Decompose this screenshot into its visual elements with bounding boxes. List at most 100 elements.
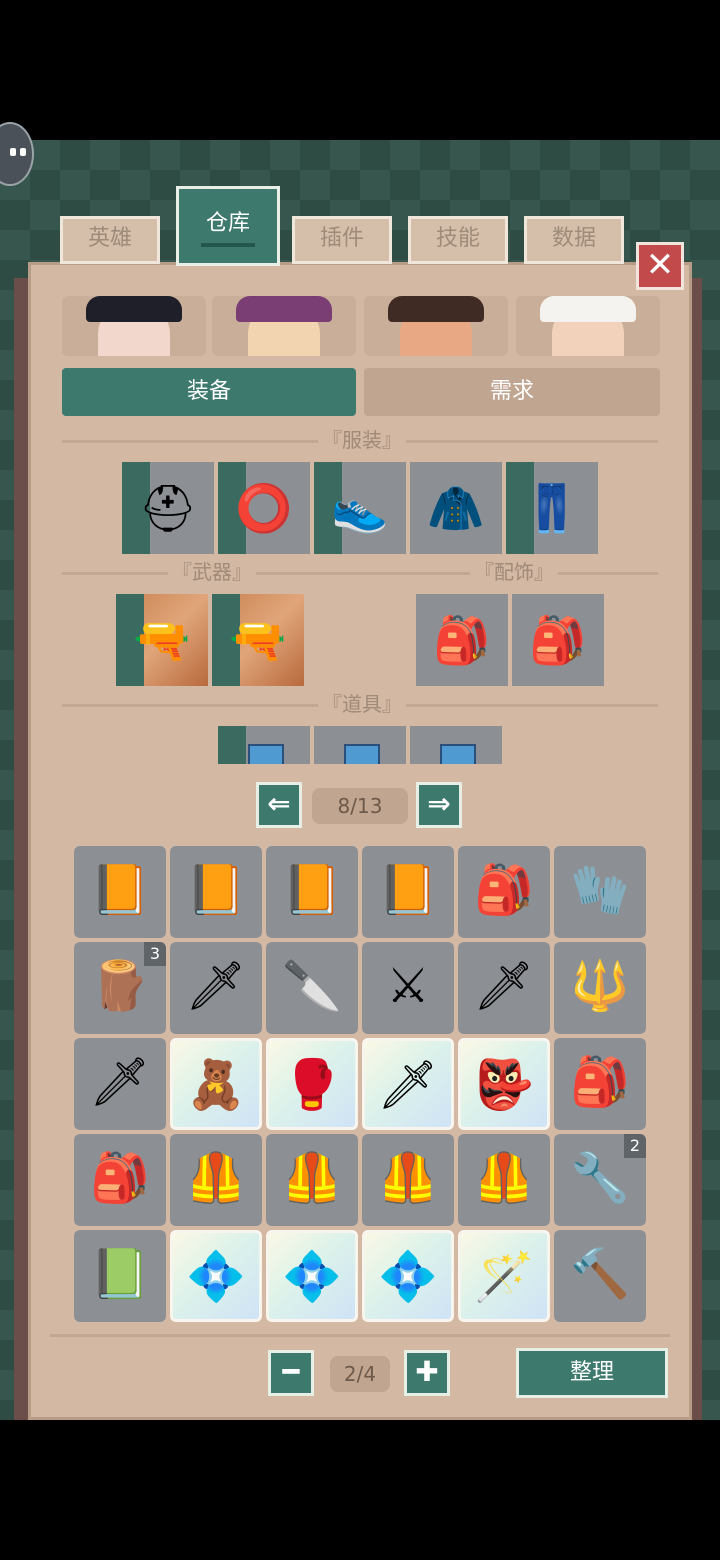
ring-icon: ⭕ (235, 481, 293, 535)
tab-skills[interactable]: 技能 (408, 216, 508, 264)
rifle-icon: 🔫 (133, 613, 191, 667)
divider (62, 572, 658, 575)
equip-slot[interactable]: 🔫 (212, 594, 304, 686)
arrow-left-icon: ⇐ (267, 787, 291, 820)
hammer-icon: 🔨 (570, 1246, 630, 1302)
equip-slot[interactable]: ⭕ (218, 462, 310, 554)
inventory-slot[interactable]: 💠 (266, 1230, 358, 1322)
tab-data[interactable]: 数据 (524, 216, 624, 264)
assistant-eye-icon (20, 148, 26, 156)
tab-warehouse[interactable]: 仓库 (176, 186, 280, 266)
inventory-slot[interactable]: 📗 (74, 1230, 166, 1322)
inventory-slot[interactable]: 🥊 (266, 1038, 358, 1130)
inventory-slot[interactable]: 🗡 (458, 942, 550, 1034)
inventory-slot[interactable]: ⚔ (362, 942, 454, 1034)
plus-button[interactable]: ✚ (404, 1350, 450, 1396)
hero-portrait[interactable] (212, 296, 356, 356)
crystal-icon: 💠 (378, 1249, 438, 1305)
spear-icon: 🗡 (185, 958, 247, 1014)
next-page-button[interactable]: ⇒ (416, 782, 462, 828)
segment-needs[interactable]: 需求 (364, 368, 660, 416)
inventory-slot[interactable]: 📙 (266, 846, 358, 938)
minus-button[interactable]: ━ (268, 1350, 314, 1396)
inventory-slot[interactable]: 👺 (458, 1038, 550, 1130)
backpack-icon: 🎒 (90, 1150, 150, 1206)
gauntlet-icon: 🥊 (282, 1057, 342, 1113)
armor-vest-icon: 🦺 (474, 1150, 534, 1206)
inventory-slot[interactable]: 🦺 (266, 1134, 358, 1226)
inventory-slot[interactable]: 🎒 (554, 1038, 646, 1130)
book-icon: 📙 (186, 862, 246, 918)
close-icon: ✕ (645, 245, 675, 285)
equip-slot[interactable]: 🔫 (116, 594, 208, 686)
crystal-icon: 💠 (282, 1249, 342, 1305)
hero-portrait[interactable] (516, 296, 660, 356)
inventory-slot[interactable]: 🪄 (458, 1230, 550, 1322)
equip-slot[interactable]: 👟 (314, 462, 406, 554)
teddy-bear-icon: 🧸 (186, 1057, 246, 1113)
inventory-slot[interactable]: 🔱 (554, 942, 646, 1034)
book-icon: 📙 (282, 862, 342, 918)
inventory-slot[interactable]: 🎒 (74, 1134, 166, 1226)
assistant-eye-icon (10, 148, 16, 156)
divider (50, 1334, 670, 1337)
inventory-slot[interactable]: 🗡 (362, 1038, 454, 1130)
item-slot[interactable] (410, 726, 502, 764)
armor-vest-icon: 🦺 (282, 1150, 342, 1206)
inventory-slot[interactable]: 🔨 (554, 1230, 646, 1322)
inventory-slot[interactable]: 📙 (170, 846, 262, 938)
crystal-icon: 💠 (186, 1249, 246, 1305)
item-slot[interactable] (218, 726, 310, 764)
item-count-badge: 3 (144, 942, 166, 966)
sort-button[interactable]: 整理 (516, 1348, 668, 1398)
book-icon: 📙 (90, 862, 150, 918)
close-button[interactable]: ✕ (636, 242, 684, 290)
inventory-slot[interactable]: 🎒 (458, 846, 550, 938)
inventory-slot[interactable]: 🗡 (170, 942, 262, 1034)
inventory-slot[interactable]: 🔪 (266, 942, 358, 1034)
tab-heroes[interactable]: 英雄 (60, 216, 160, 264)
mask-icon: 👺 (474, 1057, 534, 1113)
hero-hair (540, 296, 636, 322)
pants-icon: 👖 (523, 481, 581, 535)
hero-hair (236, 296, 332, 322)
inventory-slot[interactable]: 💠 (362, 1230, 454, 1322)
hero-portrait[interactable] (62, 296, 206, 356)
equip-slot[interactable]: 🎒 (512, 594, 604, 686)
inventory-slot[interactable]: 🪵 3 (74, 942, 166, 1034)
tab-plugins[interactable]: 插件 (292, 216, 392, 264)
equip-slot[interactable]: 🎒 (416, 594, 508, 686)
shoes-icon: 👟 (331, 481, 389, 535)
plus-icon: ✚ (415, 1355, 439, 1388)
armor-vest-icon: 🦺 (186, 1150, 246, 1206)
section-title-items: 『道具』 (318, 692, 406, 716)
inventory-slot[interactable]: 🦺 (362, 1134, 454, 1226)
inventory-slot[interactable]: 📙 (362, 846, 454, 938)
item-slot[interactable] (314, 726, 406, 764)
inventory-slot[interactable]: 🦺 (458, 1134, 550, 1226)
inventory-slot[interactable]: 💠 (170, 1230, 262, 1322)
dagger-icon: 🔪 (282, 958, 342, 1014)
prev-page-button[interactable]: ⇐ (256, 782, 302, 828)
green-backpack-icon: 🎒 (474, 862, 534, 918)
inventory-slot[interactable]: 📙 (74, 846, 166, 938)
hero-hair (86, 296, 182, 322)
hero-portrait[interactable] (364, 296, 508, 356)
inventory-slot[interactable]: 🧤 (554, 846, 646, 938)
equip-slot[interactable]: 👖 (506, 462, 598, 554)
helmet-icon: ⛑ (138, 481, 198, 535)
staff-icon: 🪄 (474, 1249, 534, 1305)
inventory-slot[interactable]: 🦺 (170, 1134, 262, 1226)
backpack-icon: 🎒 (570, 1054, 630, 1110)
section-title-weapons: 『武器』 (168, 560, 256, 584)
segment-equip[interactable]: 装备 (62, 368, 356, 416)
inventory-slot[interactable]: 🔧 2 (554, 1134, 646, 1226)
section-title-accessories: 『配饰』 (470, 560, 558, 584)
gloves-icon: 🧤 (570, 862, 630, 918)
equip-slot[interactable]: ⛑ (122, 462, 214, 554)
inventory-slot[interactable]: 🧸 (170, 1038, 262, 1130)
inventory-page-indicator: 2/4 (330, 1356, 390, 1392)
inventory-slot[interactable]: 🗡 (74, 1038, 166, 1130)
hero-hair (388, 296, 484, 322)
equip-slot[interactable]: 🧥 (410, 462, 502, 554)
